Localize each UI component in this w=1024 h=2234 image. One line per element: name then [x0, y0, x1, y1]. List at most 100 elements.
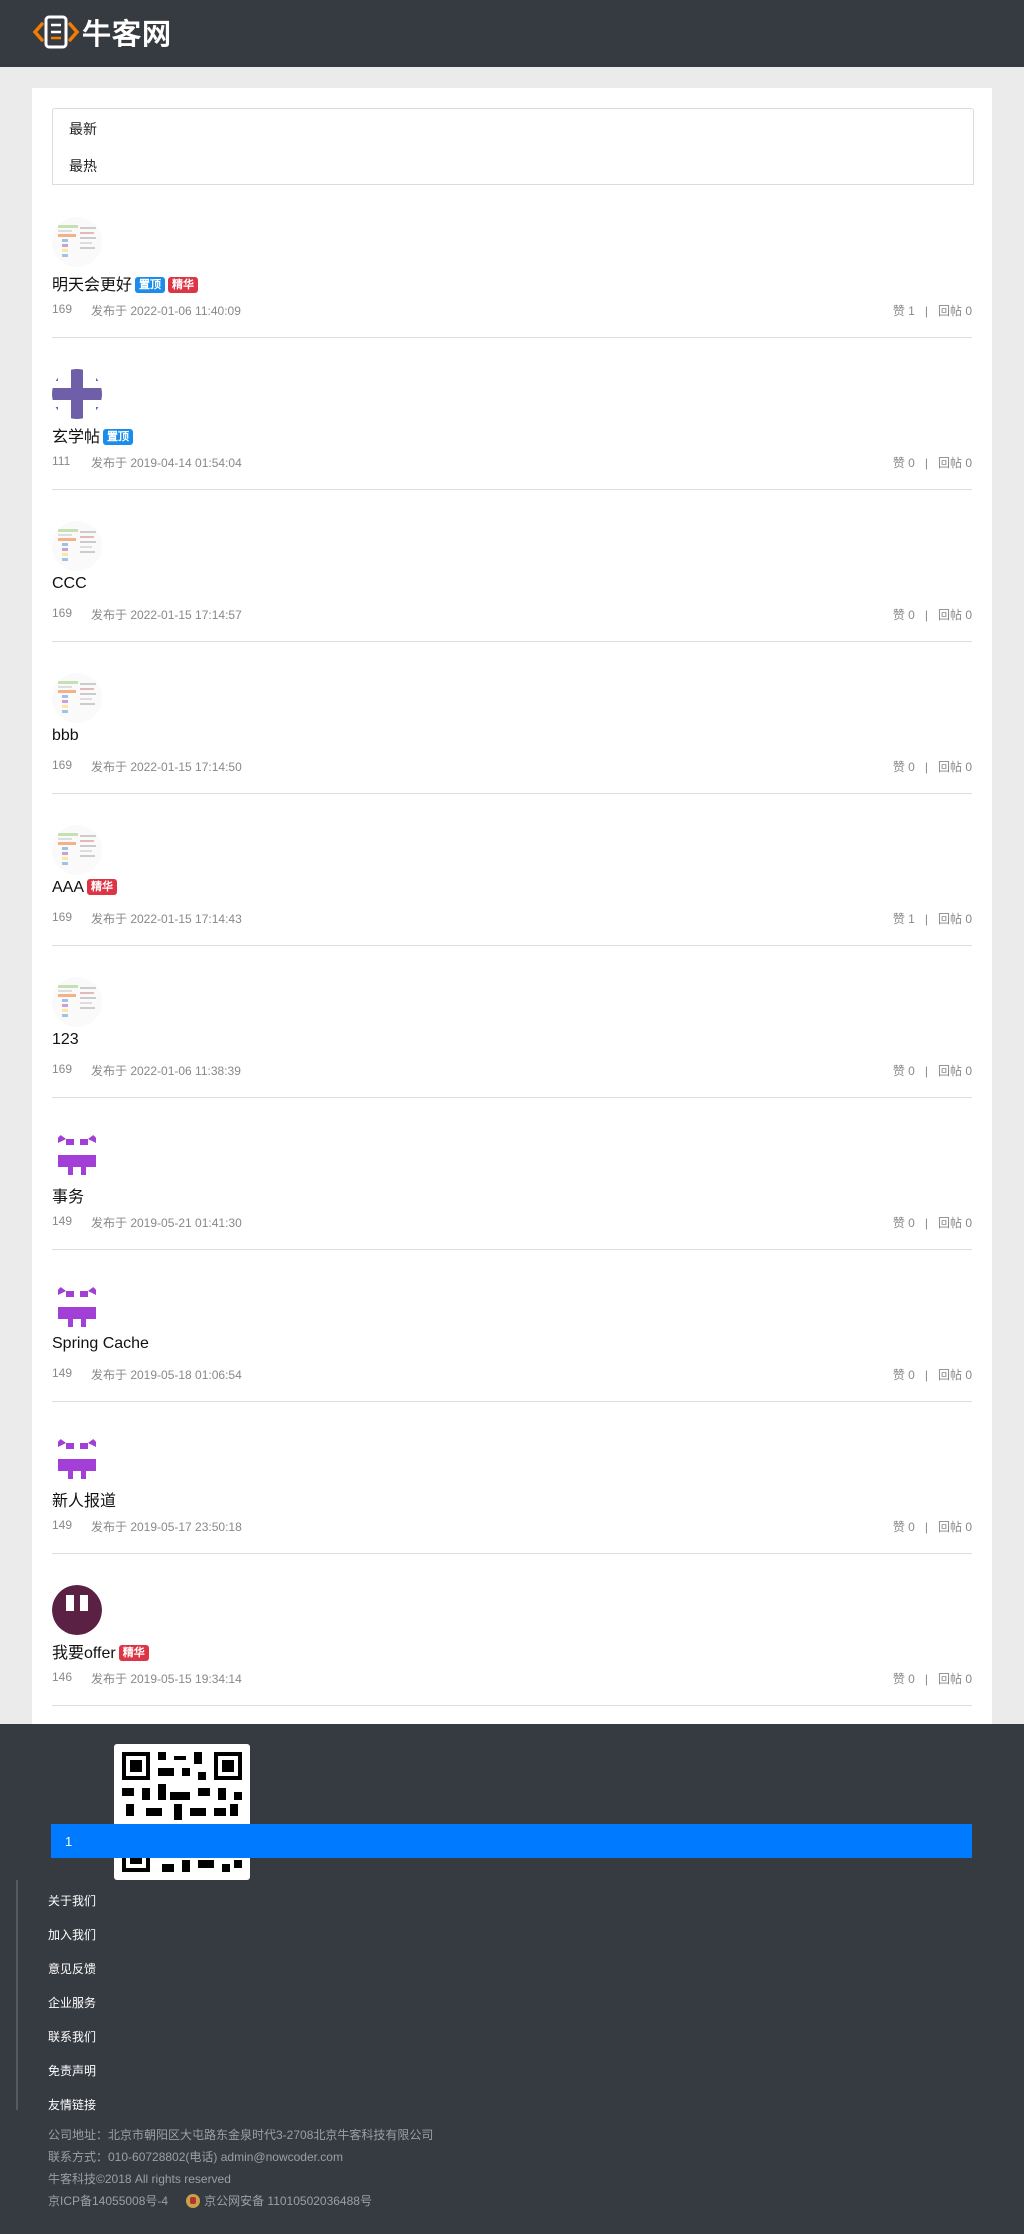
- like-count[interactable]: 赞 0: [893, 608, 915, 622]
- post-title-link[interactable]: 玄学帖: [52, 429, 100, 446]
- reply-count[interactable]: 回帖 0: [938, 912, 972, 926]
- reply-count[interactable]: 回帖 0: [938, 304, 972, 318]
- post-title-row: Spring Cache: [52, 1335, 149, 1353]
- footer-link-disclaimer[interactable]: 免责声明: [48, 2062, 96, 2079]
- post-author-id[interactable]: 149: [52, 1518, 72, 1532]
- post-title-link[interactable]: 123: [52, 1031, 79, 1048]
- post-author-id[interactable]: 169: [52, 910, 72, 924]
- top-header: 牛客网: [0, 0, 1024, 67]
- stats-separator: |: [924, 1520, 928, 1534]
- footer-link-join[interactable]: 加入我们: [48, 1926, 96, 1943]
- post-title-link[interactable]: Spring Cache: [52, 1335, 149, 1352]
- post-author-id[interactable]: 149: [52, 1214, 72, 1228]
- author-avatar[interactable]: [52, 217, 102, 267]
- post-title-link[interactable]: bbb: [52, 727, 79, 744]
- post-stats: 赞 0 | 回帖 0: [893, 1062, 972, 1079]
- footer-registration: 京ICP备14055008号-4 京公网安备 11010502036488号: [48, 2192, 372, 2209]
- police-record[interactable]: 京公网安备 11010502036488号: [204, 2194, 372, 2208]
- post-author-id[interactable]: 146: [52, 1670, 72, 1684]
- tab-hottest[interactable]: 最热: [69, 156, 97, 176]
- author-avatar[interactable]: [52, 369, 102, 419]
- like-count[interactable]: 赞 0: [893, 760, 915, 774]
- site-logo[interactable]: 牛客网: [32, 12, 172, 52]
- post-timestamp: 发布于 2022-01-06 11:40:09: [91, 304, 241, 318]
- reply-count[interactable]: 回帖 0: [938, 1064, 972, 1078]
- post-title-link[interactable]: 明天会更好: [52, 277, 132, 294]
- post-item: Spring Cache 149 发布于 2019-05-18 01:06:54 赞 …: [52, 1249, 972, 1402]
- post-title-row: 123: [52, 1031, 79, 1049]
- reply-count[interactable]: 回帖 0: [938, 1672, 972, 1686]
- post-list-card: 最新 最热 明天会更好 置顶 精华 169 发布于 2022-01-06 11:40:0…: [32, 88, 992, 1724]
- post-author-id[interactable]: 169: [52, 606, 72, 620]
- post-title-row: 明天会更好 置顶 精华: [52, 271, 199, 295]
- author-avatar[interactable]: [52, 977, 102, 1027]
- footer-address: 公司地址：北京市朝阳区大屯路东金泉时代3-2708北京牛客科技有限公司: [48, 2128, 434, 2142]
- police-badge-icon: [186, 2194, 201, 2208]
- like-count[interactable]: 赞 0: [893, 456, 915, 470]
- stats-separator: |: [924, 608, 928, 622]
- like-count[interactable]: 赞 1: [893, 304, 915, 318]
- like-count[interactable]: 赞 0: [893, 1216, 915, 1230]
- like-count[interactable]: 赞 0: [893, 1064, 915, 1078]
- post-timestamp: 发布于 2022-01-06 11:38:39: [91, 1064, 241, 1078]
- post-timestamp: 发布于 2022-01-15 17:14:57: [91, 608, 242, 622]
- stats-separator: |: [924, 1216, 928, 1230]
- post-stats: 赞 0 | 回帖 0: [893, 606, 972, 623]
- qr-code-image: [114, 1744, 250, 1880]
- post-author-id[interactable]: 169: [52, 1062, 72, 1076]
- footer-link-feedback[interactable]: 意见反馈: [48, 1960, 96, 1977]
- post-timestamp: 发布于 2022-01-15 17:14:43: [91, 912, 242, 926]
- reply-count[interactable]: 回帖 0: [938, 1368, 972, 1382]
- logo-text: 牛客网: [82, 17, 173, 51]
- footer-link-about[interactable]: 关于我们: [48, 1892, 96, 1909]
- author-avatar[interactable]: [52, 1433, 102, 1483]
- like-count[interactable]: 赞 0: [893, 1520, 915, 1534]
- featured-badge: 精华: [168, 277, 199, 293]
- footer-link-enterprise[interactable]: 企业服务: [48, 1994, 96, 2011]
- post-timestamp: 发布于 2022-01-15 17:14:50: [91, 760, 242, 774]
- footer-link-contact[interactable]: 联系我们: [48, 2028, 96, 2045]
- author-avatar[interactable]: [52, 1129, 102, 1179]
- stats-separator: |: [924, 1368, 928, 1382]
- reply-count[interactable]: 回帖 0: [938, 760, 972, 774]
- author-avatar[interactable]: [52, 825, 102, 875]
- reply-count[interactable]: 回帖 0: [938, 1216, 972, 1230]
- post-item: bbb 169 发布于 2022-01-15 17:14:50 赞 0 | 回帖 0: [52, 641, 972, 794]
- author-avatar[interactable]: [52, 1585, 102, 1635]
- post-title-row: bbb: [52, 727, 79, 745]
- stats-separator: |: [924, 760, 928, 774]
- post-author-id[interactable]: 111: [52, 454, 70, 468]
- qr-code-icon: [122, 1752, 242, 1872]
- reply-count[interactable]: 回帖 0: [938, 456, 972, 470]
- page-number-current[interactable]: 1: [65, 1834, 72, 1849]
- post-timestamp: 发布于 2019-05-18 01:06:54: [91, 1368, 242, 1382]
- post-title-link[interactable]: 新人报道: [52, 1493, 116, 1510]
- reply-count[interactable]: 回帖 0: [938, 1520, 972, 1534]
- author-avatar[interactable]: [52, 1281, 102, 1331]
- post-author-id[interactable]: 169: [52, 758, 72, 772]
- post-item: 明天会更好 置顶 精华 169 发布于 2022-01-06 11:40:09 赞 1 | 回…: [52, 185, 972, 338]
- like-count[interactable]: 赞 0: [893, 1368, 915, 1382]
- footer-link-friends[interactable]: 友情链接: [48, 2096, 96, 2113]
- featured-badge: 精华: [118, 1645, 149, 1661]
- stats-separator: |: [924, 456, 928, 470]
- reply-count[interactable]: 回帖 0: [938, 608, 972, 622]
- tab-latest[interactable]: 最新: [69, 119, 97, 139]
- post-author-id[interactable]: 149: [52, 1366, 72, 1380]
- like-count[interactable]: 赞 0: [893, 1672, 915, 1686]
- post-timestamp: 发布于 2019-04-14 01:54:04: [91, 456, 242, 470]
- author-avatar[interactable]: [52, 521, 102, 571]
- post-author-id[interactable]: 169: [52, 302, 72, 316]
- post-stats: 赞 0 | 回帖 0: [893, 758, 972, 775]
- like-count[interactable]: 赞 1: [893, 912, 915, 926]
- post-title-link[interactable]: CCC: [52, 575, 87, 592]
- post-title-link[interactable]: AAA: [52, 879, 84, 896]
- site-footer: 1 关于我们 加入我们 意见反馈 企业服务 联系我们 免责声明 友情链接 公司地…: [0, 1724, 1024, 2234]
- post-title-link[interactable]: 事务: [52, 1189, 84, 1206]
- footer-divider: [16, 1880, 18, 2110]
- icp-number[interactable]: 京ICP备14055008号-4: [48, 2194, 168, 2208]
- post-title-link[interactable]: 我要offer: [52, 1645, 116, 1662]
- stats-separator: |: [924, 912, 928, 926]
- post-item: CCC 169 发布于 2022-01-15 17:14:57 赞 0 | 回帖 0: [52, 489, 972, 642]
- author-avatar[interactable]: [52, 673, 102, 723]
